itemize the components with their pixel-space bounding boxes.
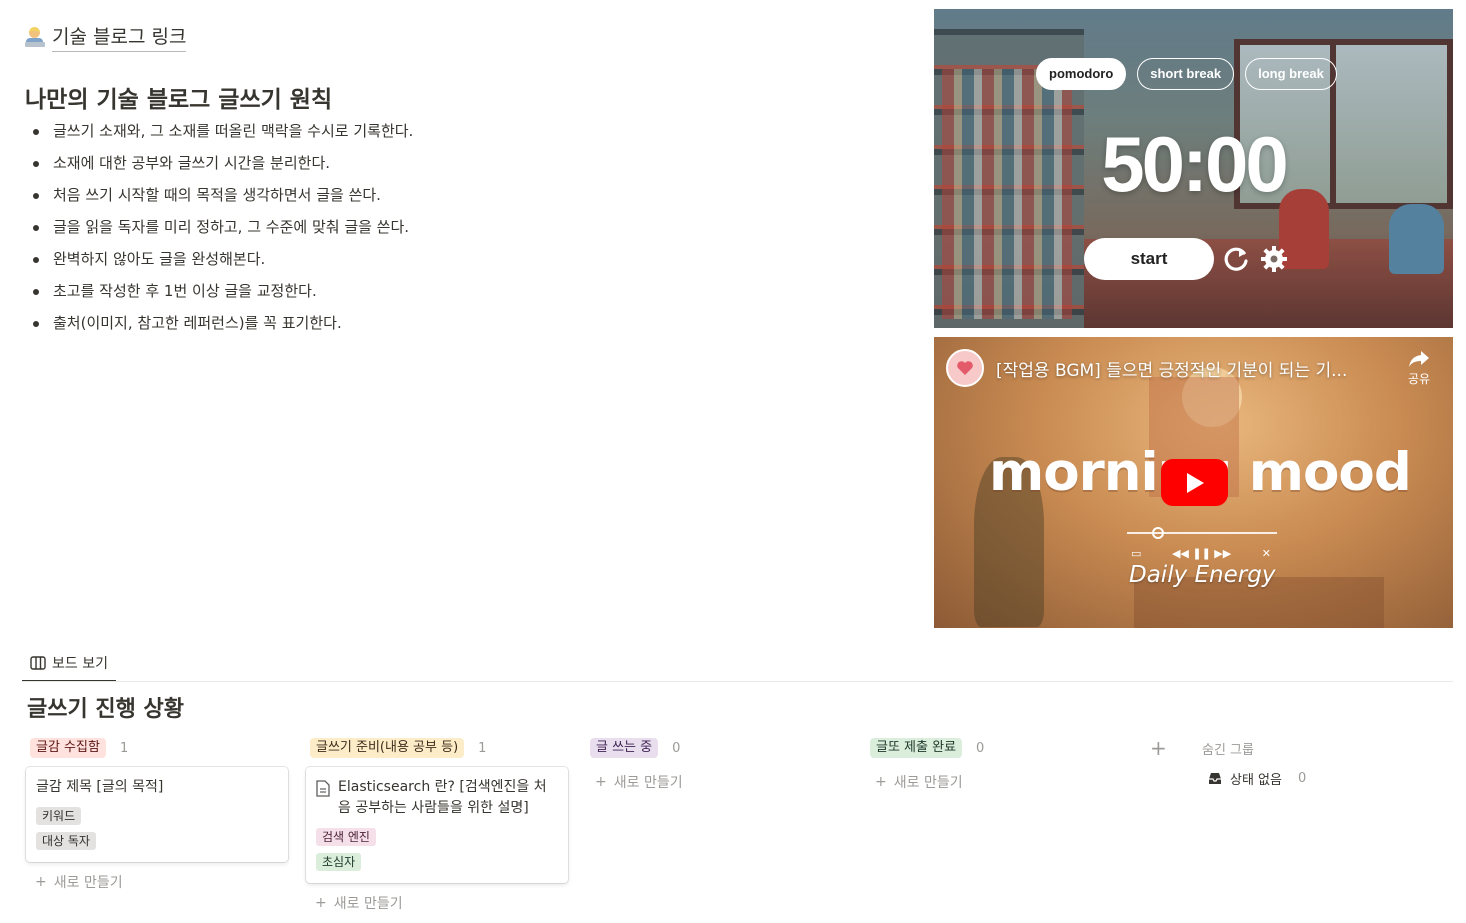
principles-heading: 나만의 기술 블로그 글쓰기 원칙 — [25, 87, 333, 113]
new-card-button[interactable]: + 새로 만들기 — [30, 867, 292, 897]
tab-long-break[interactable]: long break — [1245, 58, 1337, 90]
new-card-label: 새로 만들기 — [893, 775, 963, 791]
board-card[interactable]: 글감 제목 [글의 목적] 키워드 대상 독자 — [26, 767, 288, 862]
plus-icon: + — [595, 774, 607, 790]
hidden-group-item[interactable]: 상태 없음 0 — [1208, 769, 1450, 788]
list-item: 글쓰기 소재와, 그 소재를 떠올린 맥락을 수시로 기록한다. — [30, 118, 413, 150]
youtube-embed[interactable]: [작업용 BGM] 들으면 긍정적인 기분이 되는 기... 공유 mornin… — [934, 337, 1453, 628]
column-count: 0 — [976, 740, 985, 756]
hidden-group-name: 상태 없음 — [1230, 773, 1282, 788]
settings-gear-icon[interactable] — [1258, 243, 1290, 275]
timer-controls: start — [1084, 238, 1290, 280]
tab-short-break[interactable]: short break — [1137, 58, 1235, 90]
list-item: 완벽하지 않아도 글을 완성해본다. — [30, 246, 413, 278]
page-icon — [316, 780, 330, 797]
card-title: Elasticsearch 란? [검색엔진을 처음 공부하는 사람들을 위한 … — [338, 779, 547, 816]
shuffle-icon: ✕ — [1261, 547, 1271, 560]
timer-display: 50:00 — [1101, 120, 1289, 208]
column-count: 0 — [672, 740, 681, 756]
thumbnail-progress-bar — [1127, 527, 1277, 539]
tab-pomodoro[interactable]: pomodoro — [1036, 58, 1127, 90]
hidden-groups-label: 숨긴 그룹 — [1202, 742, 1254, 758]
card-tag: 검색 엔진 — [316, 828, 376, 846]
thumbnail-player-controls: ▭ ◀◀ ❚❚ ▶▶ ✕ — [1131, 547, 1271, 560]
repeat-icon: ▭ — [1131, 547, 1142, 560]
pomodoro-widget: pomodoro short break long break 50:00 st… — [934, 9, 1453, 328]
board-title: 글쓰기 진행 상황 — [27, 697, 184, 722]
card-title: 글감 제목 [글의 목적] — [36, 779, 164, 795]
column-status-pill: 글 쓰는 중 — [590, 738, 659, 758]
video-thumbnail-caption: Daily Energy — [1129, 562, 1276, 588]
add-group-button[interactable]: + — [1150, 738, 1170, 758]
tab-board-view-label: 보드 보기 — [52, 655, 108, 672]
board-column: 글또 제출 완료 0 + 새로 만들기 — [870, 737, 1132, 797]
blog-link-text[interactable]: 기술 블로그 링크 — [52, 22, 187, 52]
hidden-groups: + 숨긴 그룹 상태 없음 0 — [1150, 737, 1450, 788]
share-label: 공유 — [1407, 372, 1431, 386]
column-header[interactable]: 글또 제출 완료 0 — [870, 737, 1132, 759]
reset-icon[interactable] — [1220, 243, 1252, 275]
new-card-button[interactable]: + 새로 만들기 — [590, 767, 852, 797]
new-card-label: 새로 만들기 — [53, 875, 123, 891]
board-column: 글쓰기 준비(내용 공부 등) 1 Elasticsearch 란? [검색엔진… — [306, 737, 572, 918]
board-column: 글 쓰는 중 0 + 새로 만들기 — [590, 737, 852, 797]
list-item: 출처(이미지, 참고한 레퍼런스)를 꼭 표기한다. — [30, 310, 413, 342]
video-title[interactable]: [작업용 BGM] 들으면 긍정적인 기분이 되는 기... — [996, 356, 1386, 381]
plus-icon: + — [315, 895, 327, 911]
column-count: 1 — [478, 740, 487, 756]
plus-icon: + — [875, 774, 887, 790]
inbox-icon — [1209, 773, 1221, 784]
list-item: 글을 읽을 독자를 미리 정하고, 그 수준에 맞춰 글을 쓴다. — [30, 214, 413, 246]
column-header[interactable]: 글감 수집함 1 — [30, 737, 292, 759]
divider — [22, 681, 1453, 682]
column-header[interactable]: 글 쓰는 중 0 — [590, 737, 852, 759]
share-button[interactable]: 공유 — [1399, 350, 1439, 387]
column-status-pill: 글감 수집함 — [30, 738, 106, 758]
board-view-icon — [30, 655, 46, 670]
blog-link-row[interactable]: 기술 블로그 링크 — [24, 22, 187, 52]
card-tag: 키워드 — [36, 807, 82, 825]
video-header: [작업용 BGM] 들으면 긍정적인 기분이 되는 기... 공유 — [946, 348, 1439, 388]
new-card-button[interactable]: + 새로 만들기 — [310, 888, 572, 918]
share-icon — [1409, 351, 1429, 367]
new-card-label: 새로 만들기 — [333, 896, 403, 912]
new-card-button[interactable]: + 새로 만들기 — [870, 767, 1132, 797]
play-icon — [1186, 472, 1204, 493]
start-button[interactable]: start — [1084, 238, 1214, 280]
card-tag: 대상 독자 — [36, 832, 96, 850]
channel-avatar[interactable] — [946, 349, 984, 387]
list-item: 초고를 작성한 후 1번 이상 글을 교정한다. — [30, 278, 413, 310]
list-item: 소재에 대한 공부와 글쓰기 시간을 분리한다. — [30, 150, 413, 182]
column-status-pill: 글쓰기 준비(내용 공부 등) — [310, 738, 465, 758]
column-count: 1 — [119, 740, 129, 756]
pomodoro-tabs: pomodoro short break long break — [1036, 58, 1337, 90]
column-status-pill: 글또 제출 완료 — [870, 738, 963, 758]
plus-icon: + — [35, 874, 47, 890]
new-card-label: 새로 만들기 — [613, 775, 683, 791]
card-tag: 초심자 — [316, 853, 362, 871]
tab-board-view[interactable]: 보드 보기 — [22, 645, 116, 682]
playback-icon: ◀◀ ❚❚ ▶▶ — [1171, 547, 1232, 560]
hidden-group-count: 0 — [1297, 771, 1307, 786]
list-item: 처음 쓰기 시작할 때의 목적을 생각하면서 글을 쓴다. — [30, 182, 413, 214]
board-column: 글감 수집함 1 글감 제목 [글의 목적] 키워드 대상 독자 + 새로 만들… — [26, 737, 292, 897]
column-header[interactable]: 글쓰기 준비(내용 공부 등) 1 — [310, 737, 572, 759]
principles-list: 글쓰기 소재와, 그 소재를 떠올린 맥락을 수시로 기록한다. 소재에 대한 … — [30, 118, 413, 342]
board-card[interactable]: Elasticsearch 란? [검색엔진을 처음 공부하는 사람들을 위한 … — [306, 767, 568, 883]
play-button[interactable] — [1161, 459, 1228, 506]
person-at-laptop-icon — [24, 26, 46, 48]
